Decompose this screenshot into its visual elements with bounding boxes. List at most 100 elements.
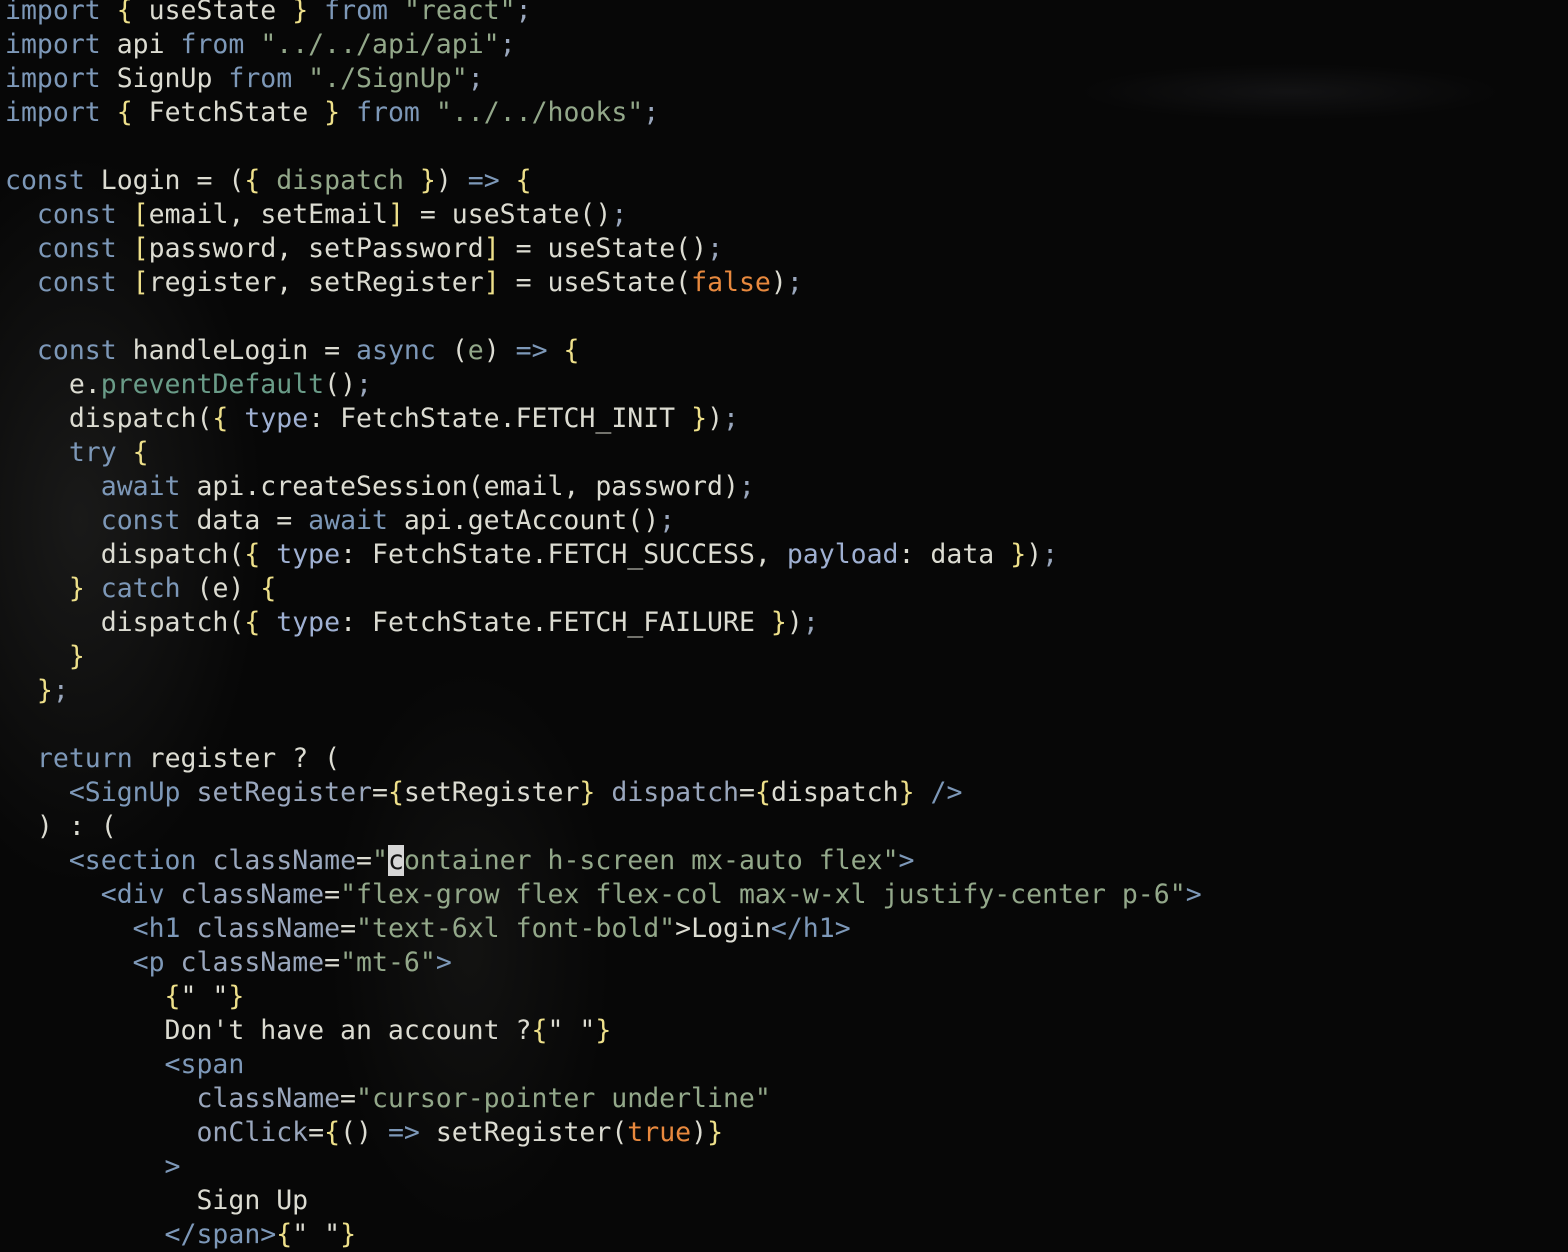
- code-line[interactable]: <p className="mt-6">: [5, 946, 1202, 980]
- code-token: data =: [180, 505, 309, 536]
- code-line[interactable]: <div className="flex-grow flex flex-col …: [5, 878, 1202, 912]
- code-token: <div: [100, 879, 165, 910]
- code-token: ontainer h-screen mx-auto flex": [403, 845, 899, 876]
- code-token: {: [324, 1117, 341, 1148]
- code-token: api: [100, 29, 181, 60]
- code-token: "../../hooks": [435, 97, 644, 128]
- code-token: }: [898, 777, 915, 808]
- code-line[interactable]: import { FetchState } from "../../hooks"…: [5, 96, 1202, 130]
- code-line[interactable]: import { useState } from "react";: [5, 0, 1202, 28]
- code-token: register ? (: [132, 743, 341, 774]
- code-token: </span>: [164, 1219, 277, 1250]
- code-line[interactable]: try {: [5, 436, 1202, 470]
- code-line[interactable]: const [password, setPassword] = useState…: [5, 232, 1202, 266]
- code-line[interactable]: const handleLogin = async (e) => {: [5, 334, 1202, 368]
- code-line[interactable]: dispatch({ type: FetchState.FETCH_INIT }…: [5, 402, 1202, 436]
- code-token: "react": [403, 0, 516, 26]
- code-token: setRegister: [403, 777, 580, 808]
- code-token: className: [180, 879, 325, 910]
- code-token: }: [228, 981, 245, 1012]
- code-line[interactable]: [5, 300, 1202, 334]
- code-token: =: [308, 1117, 325, 1148]
- code-line[interactable]: const [register, setRegister] = useState…: [5, 266, 1202, 300]
- code-token: import: [5, 29, 101, 60]
- code-token: {: [244, 165, 261, 196]
- code-token: }: [292, 0, 309, 26]
- code-line[interactable]: >: [5, 1150, 1202, 1184]
- code-token: : FetchState.FETCH_FAILURE: [340, 607, 771, 638]
- code-token: SignUp: [100, 63, 229, 94]
- code-token: dispatch: [611, 777, 739, 808]
- code-line[interactable]: const [email, setEmail] = useState();: [5, 198, 1202, 232]
- code-token: (: [435, 335, 468, 366]
- code-line[interactable]: <h1 className="text-6xl font-bold">Login…: [5, 912, 1202, 946]
- code-token: {: [563, 335, 580, 366]
- code-line[interactable]: onClick={() => setRegister(true)}: [5, 1116, 1202, 1150]
- code-line[interactable]: dispatch({ type: FetchState.FETCH_FAILUR…: [5, 606, 1202, 640]
- code-token: Don't have an account ?: [5, 1015, 532, 1046]
- code-token: {: [244, 607, 261, 638]
- code-line[interactable]: <section className="container h-screen m…: [5, 844, 1202, 878]
- code-token: from: [324, 0, 388, 26]
- code-line[interactable]: Don't have an account ?{" "}: [5, 1014, 1202, 1048]
- code-line[interactable]: [5, 708, 1202, 742]
- code-line[interactable]: ) : (: [5, 810, 1202, 844]
- code-token: await: [308, 505, 388, 536]
- code-line[interactable]: const Login = ({ dispatch }) => {: [5, 164, 1202, 198]
- code-line[interactable]: } catch (e) {: [5, 572, 1202, 606]
- code-token: <span: [164, 1049, 245, 1080]
- code-token: ]: [483, 267, 500, 298]
- code-line[interactable]: <span: [5, 1048, 1202, 1082]
- code-token: >: [898, 845, 915, 876]
- code-token: {: [212, 403, 229, 434]
- code-line[interactable]: const data = await api.getAccount();: [5, 504, 1202, 538]
- code-token: email, setEmail: [148, 199, 388, 230]
- code-token: }: [419, 165, 436, 196]
- code-line[interactable]: dispatch({ type: FetchState.FETCH_SUCCES…: [5, 538, 1202, 572]
- code-line[interactable]: await api.createSession(email, password)…: [5, 470, 1202, 504]
- code-line[interactable]: {" "}: [5, 980, 1202, 1014]
- code-token: e: [467, 335, 484, 366]
- code-line[interactable]: Sign Up: [5, 1184, 1202, 1218]
- code-line[interactable]: }: [5, 640, 1202, 674]
- code-token: >: [1185, 879, 1202, 910]
- code-token: }: [707, 1117, 724, 1148]
- code-token: }: [579, 777, 596, 808]
- code-line[interactable]: return register ? (: [5, 742, 1202, 776]
- code-line[interactable]: e.preventDefault();: [5, 368, 1202, 402]
- code-line[interactable]: import api from "../../api/api";: [5, 28, 1202, 62]
- code-line[interactable]: };: [5, 674, 1202, 708]
- code-editor[interactable]: import { useState } from "react"; import …: [5, 0, 1202, 1252]
- code-token: api.getAccount(): [387, 505, 660, 536]
- code-token: useState: [132, 0, 293, 26]
- code-line[interactable]: [5, 130, 1202, 164]
- code-line[interactable]: className="cursor-pointer underline": [5, 1082, 1202, 1116]
- code-token: ;: [467, 63, 484, 94]
- code-token: catch: [100, 573, 181, 604]
- code-line[interactable]: <SignUp setRegister={setRegister} dispat…: [5, 776, 1202, 810]
- code-line[interactable]: </span>{" "}: [5, 1218, 1202, 1252]
- code-token: const: [36, 233, 117, 264]
- code-token: {: [164, 981, 181, 1012]
- code-line[interactable]: import SignUp from "./SignUp";: [5, 62, 1202, 96]
- code-token: ;: [707, 233, 724, 264]
- code-token: const: [5, 165, 85, 196]
